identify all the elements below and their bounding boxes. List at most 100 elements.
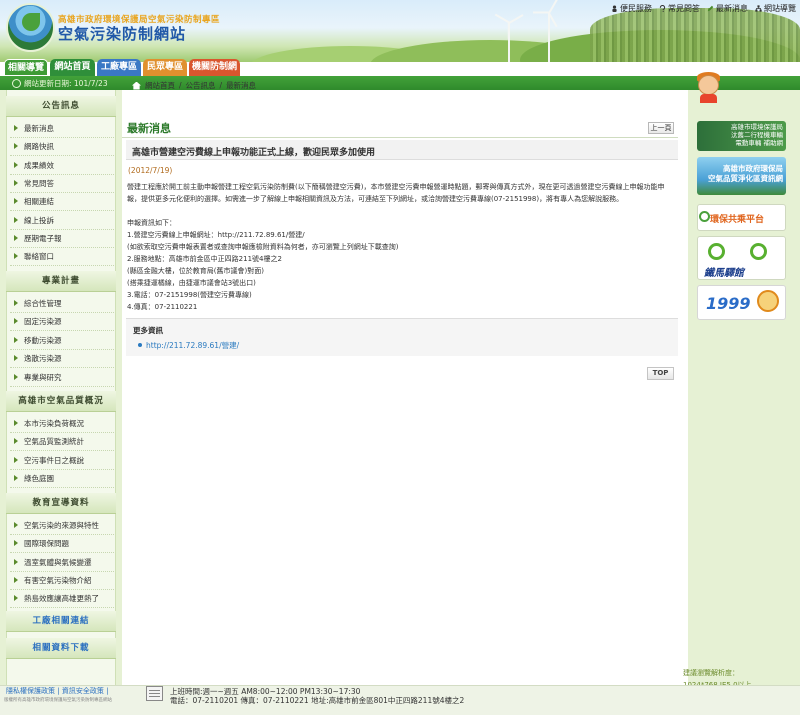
sidebar-item-contact[interactable]: 聯絡窗口 xyxy=(10,248,114,266)
update-text: 網站更新日期: 101/7/23 xyxy=(24,79,108,88)
logo-icon[interactable] xyxy=(6,3,55,52)
sidebar-item-label: 網路快訊 xyxy=(24,142,54,151)
sidebar-item-label: 最新消息 xyxy=(24,124,54,133)
sidebar-item-greenhouse[interactable]: 溫室氣體與氣候變遷 xyxy=(10,554,114,572)
arrow-icon xyxy=(14,522,18,528)
back-button[interactable]: 上一頁 xyxy=(648,122,674,134)
sidebar-item-hazardous[interactable]: 有害空氣污染物介紹 xyxy=(10,572,114,590)
site-title[interactable]: 空氣污染防制網站 xyxy=(58,23,186,44)
top-link-sitemap[interactable]: 網站導覽 xyxy=(755,3,796,14)
sidebar-item-label: 聯絡窗口 xyxy=(24,252,54,261)
sidebar-item-stationary[interactable]: 固定污染源 xyxy=(10,313,114,331)
breadcrumb-home[interactable]: 網站首頁 xyxy=(145,80,175,91)
home-icon[interactable] xyxy=(132,81,141,90)
sidebar-downloads[interactable]: 相關資料下載 xyxy=(6,638,116,659)
banner-line: 高雄市政府環保局 xyxy=(723,164,783,173)
sidebar-item-international[interactable]: 國際環保問題 xyxy=(10,535,114,553)
sidebar-item-label: 綠色庭園 xyxy=(24,474,54,483)
sidebar-item-sources[interactable]: 空氣污染的來源與特性 xyxy=(10,517,114,535)
sidebar-item-label: 熱島效應讓高雄更熱了 xyxy=(24,594,99,603)
site-header: 高雄市政府環境保護局空氣污染防制專區 空氣污染防制網站 便民服務 常見問答 最新… xyxy=(0,0,800,62)
sidebar-item-mobile[interactable]: 移動污染源 xyxy=(10,332,114,350)
person-icon xyxy=(612,5,617,12)
breadcrumb-sep: / xyxy=(179,81,182,90)
news-body-line: 1.營建空污費線上申報網址：http://211.72.89.61/營建/ xyxy=(127,231,305,239)
wind-turbine-icon xyxy=(533,0,558,62)
main-nav: 相關導覽 網站首頁 工廠專區 民眾專區 機關防制網 xyxy=(0,59,800,76)
tab-industry[interactable]: 工廠專區 xyxy=(97,59,141,76)
tab-home[interactable]: 網站首頁 xyxy=(50,59,95,76)
top-link-news[interactable]: 最新消息 xyxy=(707,3,748,14)
sidebar-item-net-flash[interactable]: 網路快訊 xyxy=(10,138,114,156)
top-link-label: 最新消息 xyxy=(716,4,748,13)
arrow-icon xyxy=(14,540,18,546)
sidebar-factory-links[interactable]: 工廠相關連結 xyxy=(6,611,116,632)
sidebar-item-label: 空氣污染的來源與特性 xyxy=(24,521,99,530)
security-link[interactable]: 資訊安全政策 xyxy=(62,687,104,695)
footer-links: 隱私權保護政策 | 資訊安全政策 | xyxy=(6,686,108,696)
sidebar-item-pollution-load[interactable]: 本市污染負荷概況 xyxy=(10,415,114,433)
top-link-faq[interactable]: 常見問答 xyxy=(659,3,700,14)
carpool-banner[interactable]: 環保共乘平台 xyxy=(697,204,786,231)
tab-agency[interactable]: 機關防制網 xyxy=(189,59,240,76)
banner-text: 高雄市政府環保局 空氣品質淨化區資訊網 xyxy=(708,164,783,184)
top-links: 便民服務 常見問答 最新消息 網站導覽 xyxy=(611,3,796,14)
recycle-icon xyxy=(699,211,710,222)
arrow-icon xyxy=(14,318,18,324)
sidebar-item-heat-island[interactable]: 熱島效應讓高雄更熱了 xyxy=(10,590,114,608)
news-body-line: 申報資訊如下： xyxy=(127,219,176,227)
news-body-line: (如欲索取空污費申報表置者或查詢申報應檢附資料為何者，亦可瀏覽上列網址下載查詢) xyxy=(127,243,399,251)
sidebar-item-latest-news[interactable]: 最新消息 xyxy=(10,120,114,138)
sidebar-item-integrated[interactable]: 綜合性管理 xyxy=(10,295,114,313)
sidebar-section-projects: 專業計畫 xyxy=(6,271,116,292)
kaohsiung-epb-banner[interactable]: 高雄市環境保護局 汰舊二行程機車輛 電動車輛 補助網 xyxy=(697,121,786,151)
clock-icon xyxy=(12,79,21,88)
arrow-icon xyxy=(14,475,18,481)
arrow-icon xyxy=(14,374,18,380)
privacy-link[interactable]: 隱私權保護政策 xyxy=(6,687,55,695)
sidebar-item-complaint[interactable]: 線上投訴 xyxy=(10,212,114,230)
tab-related-nav[interactable]: 相關導覽 xyxy=(4,59,48,76)
bicycle-icon xyxy=(750,243,767,260)
more-info-link[interactable]: http://211.72.89.61/營建/ xyxy=(138,340,239,351)
page: 高雄市政府環境保護局空氣污染防制專區 空氣污染防制網站 便民服務 常見問答 最新… xyxy=(0,0,800,715)
browser-note-line: 建議瀏覽解析度： xyxy=(683,669,739,677)
smiley-icon xyxy=(757,290,779,312)
breadcrumb-announcements[interactable]: 公告訊息 xyxy=(186,80,216,91)
sidebar-item-research[interactable]: 專業與研究 xyxy=(10,369,114,387)
air-quality-banner[interactable]: 高雄市政府環保局 空氣品質淨化區資訊網 xyxy=(697,157,786,195)
sidebar-item-monitoring[interactable]: 空氣品質監測統計 xyxy=(10,433,114,451)
sidebar-item-label: 逸散污染源 xyxy=(24,354,62,363)
sidebar-item-label: 成果績效 xyxy=(24,161,54,170)
cycling-banner[interactable]: 鐵馬驛館 xyxy=(697,236,786,280)
breadcrumb-current: 最新消息 xyxy=(226,81,257,90)
arrow-icon xyxy=(14,595,18,601)
sidebar-item-label: 歷期電子報 xyxy=(24,234,62,243)
sidebar-section-air-quality: 高雄市空氣品質概況 xyxy=(6,391,116,412)
arrow-icon xyxy=(14,355,18,361)
wind-turbine-icon xyxy=(494,14,524,62)
sidebar-item-event-days[interactable]: 空污事件日之概說 xyxy=(10,452,114,470)
top-link-service[interactable]: 便民服務 xyxy=(611,3,652,14)
sidebar-item-fugitive[interactable]: 逸散污染源 xyxy=(10,350,114,368)
tab-public[interactable]: 民眾專區 xyxy=(143,59,187,76)
sidebar-item-label: 綜合性管理 xyxy=(24,299,62,308)
sidebar-item-newsletter[interactable]: 歷期電子報 xyxy=(10,230,114,248)
sidebar-item-results[interactable]: 成果績效 xyxy=(10,157,114,175)
arrow-icon xyxy=(14,457,18,463)
sidebar-section-announcements: 公告訊息 xyxy=(6,96,116,117)
news-body-line: 報，提供更多元化便利的選擇。如需進一步了解線上申報相關資訊及方法，可連結至下列網… xyxy=(127,195,624,203)
sidebar-item-label: 國際環保問題 xyxy=(24,539,69,548)
more-info-link-text[interactable]: http://211.72.89.61/營建/ xyxy=(146,341,239,350)
copyright: 版權所有高雄市政府環境保護局空氣污染防制專區網站 xyxy=(4,698,112,703)
hotline-banner[interactable]: 1999 xyxy=(697,285,786,320)
sidebar-item-label: 本市污染負荷概況 xyxy=(24,419,84,428)
sidebar-item-links[interactable]: 相關連結 xyxy=(10,193,114,211)
top-button[interactable]: TOP xyxy=(647,367,674,380)
sidebar-item-faq[interactable]: 常見問答 xyxy=(10,175,114,193)
arrow-icon xyxy=(14,180,18,186)
sidebar-item-label: 空污事件日之概說 xyxy=(24,456,84,465)
sidebar-item-green-garden[interactable]: 綠色庭園 xyxy=(10,470,114,488)
arrow-icon xyxy=(14,235,18,241)
news-title: 高雄市營建空污費線上申報功能正式上線，歡迎民眾多加使用 xyxy=(132,148,376,158)
